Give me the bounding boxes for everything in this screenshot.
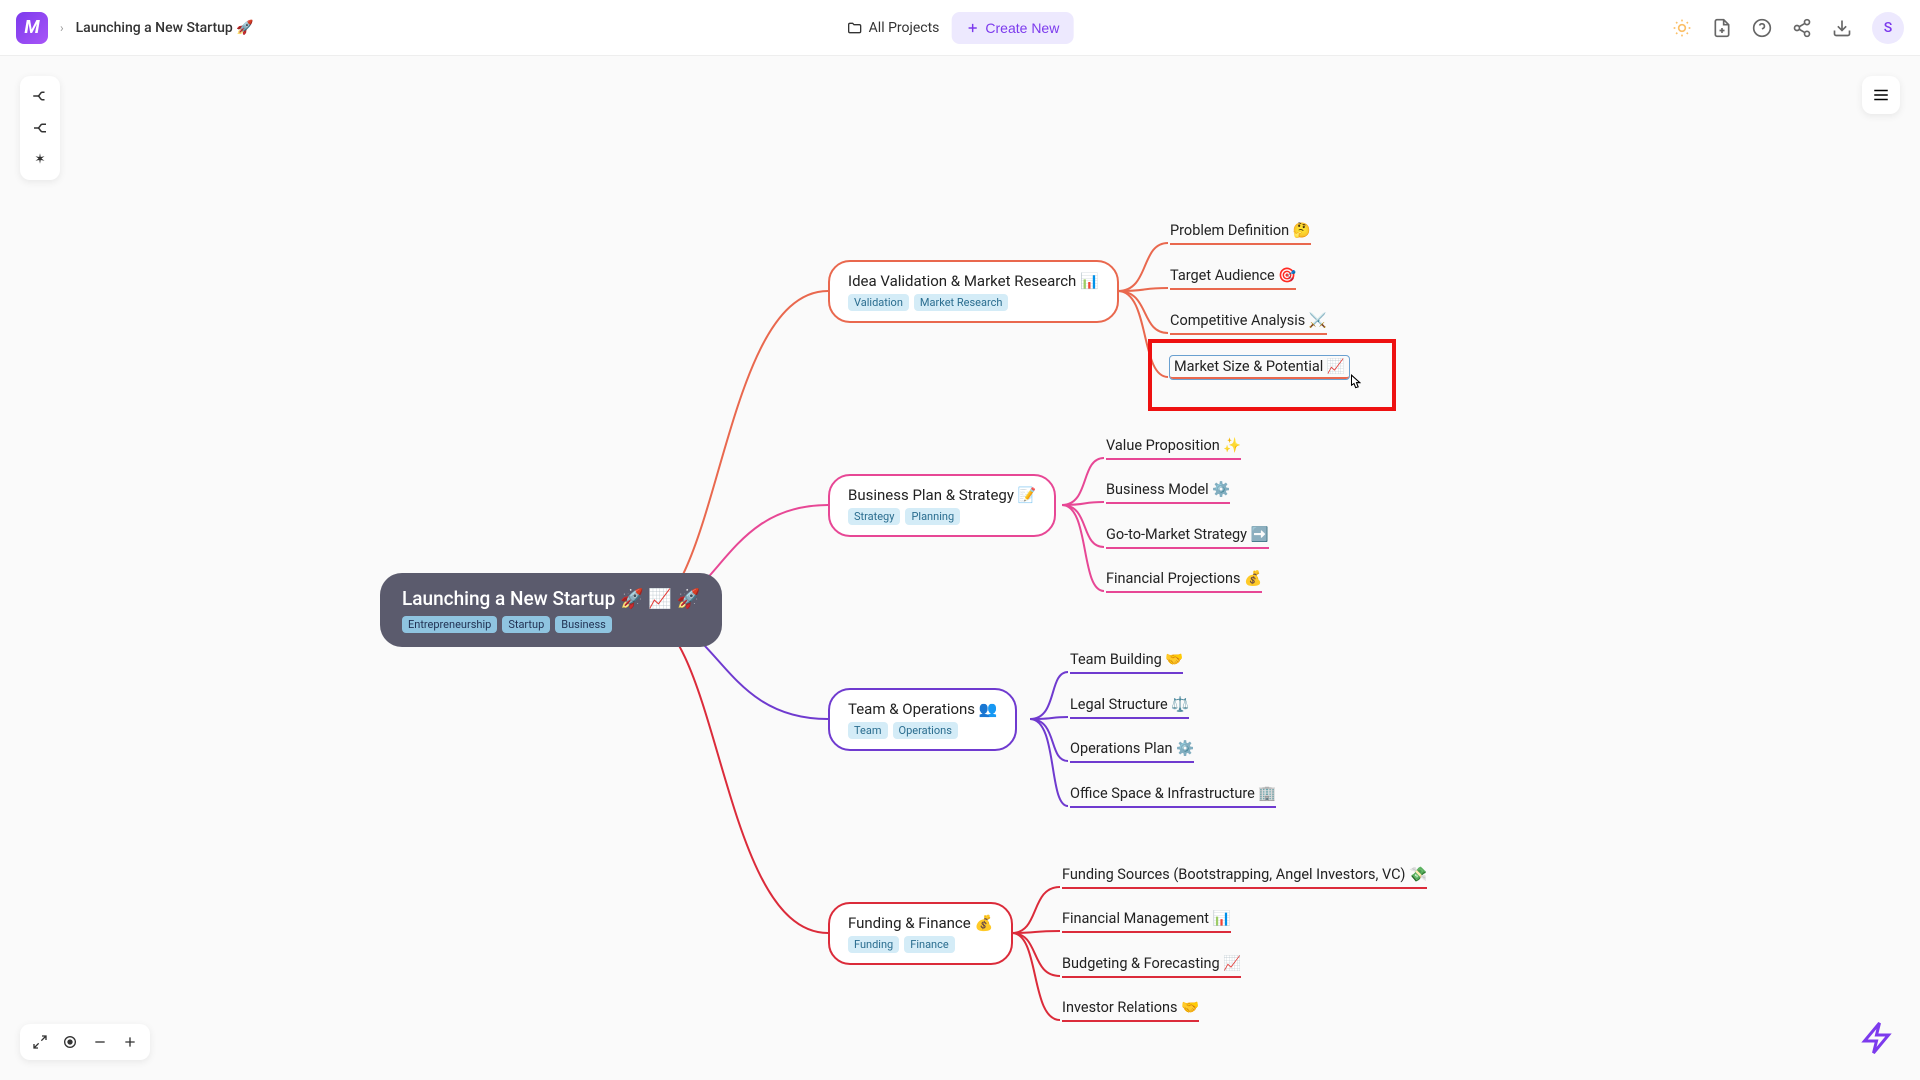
branch-node[interactable]: Funding & Finance 💰 Funding Finance (828, 902, 1013, 965)
share-icon[interactable] (1792, 18, 1812, 38)
branch-tag[interactable]: Operations (893, 722, 958, 739)
leaf-node[interactable]: Budgeting & Forecasting 📈 (1062, 955, 1241, 978)
sun-icon[interactable] (1672, 18, 1692, 38)
root-node[interactable]: Launching a New Startup 🚀 📈 🚀 Entreprene… (380, 573, 722, 647)
branch-title: Business Plan & Strategy 📝 (848, 486, 1036, 504)
zoom-in-icon[interactable] (122, 1034, 138, 1050)
branch-tag[interactable]: Team (848, 722, 888, 739)
lightning-icon[interactable] (1860, 1020, 1896, 1056)
leaf-node[interactable]: Go-to-Market Strategy ➡️ (1106, 526, 1269, 549)
help-icon[interactable] (1752, 18, 1772, 38)
branch-node[interactable]: Business Plan & Strategy 📝 Strategy Planni… (828, 474, 1056, 537)
leaf-node[interactable]: Financial Management 📊 (1062, 910, 1231, 933)
leaf-node[interactable]: Financial Projections 💰 (1106, 570, 1262, 593)
branch-tags: Team Operations (848, 722, 997, 739)
root-tag[interactable]: Startup (502, 616, 550, 633)
branch-title: Idea Validation & Market Research 📊 (848, 272, 1099, 290)
root-tag[interactable]: Business (555, 616, 612, 633)
branch-tag[interactable]: Market Research (914, 294, 1009, 311)
leaf-node[interactable]: Office Space & Infrastructure 🏢 (1070, 785, 1276, 808)
root-title: Launching a New Startup 🚀 📈 🚀 (402, 587, 700, 610)
create-new-button[interactable]: Create New (951, 12, 1073, 44)
user-avatar[interactable]: S (1872, 12, 1904, 44)
branch-tags: Funding Finance (848, 936, 993, 953)
header: M › Launching a New Startup 🚀 All Projec… (0, 0, 1920, 56)
all-projects-label: All Projects (869, 20, 940, 36)
branch-node[interactable]: Idea Validation & Market Research 📊 Valid… (828, 260, 1119, 323)
branch-title: Funding & Finance 💰 (848, 914, 993, 932)
header-right: S (1672, 12, 1904, 44)
mindmap-canvas[interactable]: Launching a New Startup 🚀 📈 🚀 Entreprene… (0, 56, 1920, 1080)
branch-tag[interactable]: Funding (848, 936, 899, 953)
branch-tag[interactable]: Planning (905, 508, 960, 525)
create-new-label: Create New (985, 20, 1059, 36)
expand-icon[interactable] (32, 1034, 48, 1050)
root-tag[interactable]: Entrepreneurship (402, 616, 497, 633)
leaf-node[interactable]: Legal Structure ⚖️ (1070, 696, 1189, 719)
breadcrumb-chevron: › (60, 21, 64, 35)
leaf-node[interactable]: Funding Sources (Bootstrapping, Angel In… (1062, 866, 1427, 889)
zoom-out-icon[interactable] (92, 1034, 108, 1050)
locate-icon[interactable] (62, 1034, 78, 1050)
leaf-node[interactable]: Value Proposition ✨ (1106, 437, 1241, 460)
project-title[interactable]: Launching a New Startup 🚀 (76, 20, 254, 36)
file-icon[interactable] (1712, 18, 1732, 38)
leaf-node[interactable]: Investor Relations 🤝 (1062, 999, 1199, 1022)
root-tags: Entrepreneurship Startup Business (402, 616, 700, 633)
bottom-toolbar (20, 1024, 150, 1060)
all-projects-link[interactable]: All Projects (847, 20, 940, 36)
branch-tag[interactable]: Strategy (848, 508, 900, 525)
app-logo[interactable]: M (16, 12, 48, 44)
leaf-node[interactable]: Problem Definition 🤔 (1170, 222, 1311, 245)
leaf-node[interactable]: Team Building 🤝 (1070, 651, 1183, 674)
leaf-node[interactable]: Operations Plan ⚙️ (1070, 740, 1194, 763)
leaf-node[interactable]: Business Model ⚙️ (1106, 481, 1230, 504)
branch-node[interactable]: Team & Operations 👥 Team Operations (828, 688, 1017, 751)
branch-tags: Validation Market Research (848, 294, 1099, 311)
branch-tags: Strategy Planning (848, 508, 1036, 525)
leaf-node[interactable]: Market Size & Potential 📈 (1170, 356, 1349, 379)
branch-tag[interactable]: Finance (904, 936, 954, 953)
branch-tag[interactable]: Validation (848, 294, 909, 311)
header-center: All Projects Create New (847, 12, 1074, 44)
download-icon[interactable] (1832, 18, 1852, 38)
leaf-node[interactable]: Competitive Analysis ⚔️ (1170, 312, 1327, 335)
branch-title: Team & Operations 👥 (848, 700, 997, 718)
folder-icon (847, 20, 863, 36)
plus-icon (965, 21, 979, 35)
leaf-node[interactable]: Target Audience 🎯 (1170, 267, 1296, 290)
